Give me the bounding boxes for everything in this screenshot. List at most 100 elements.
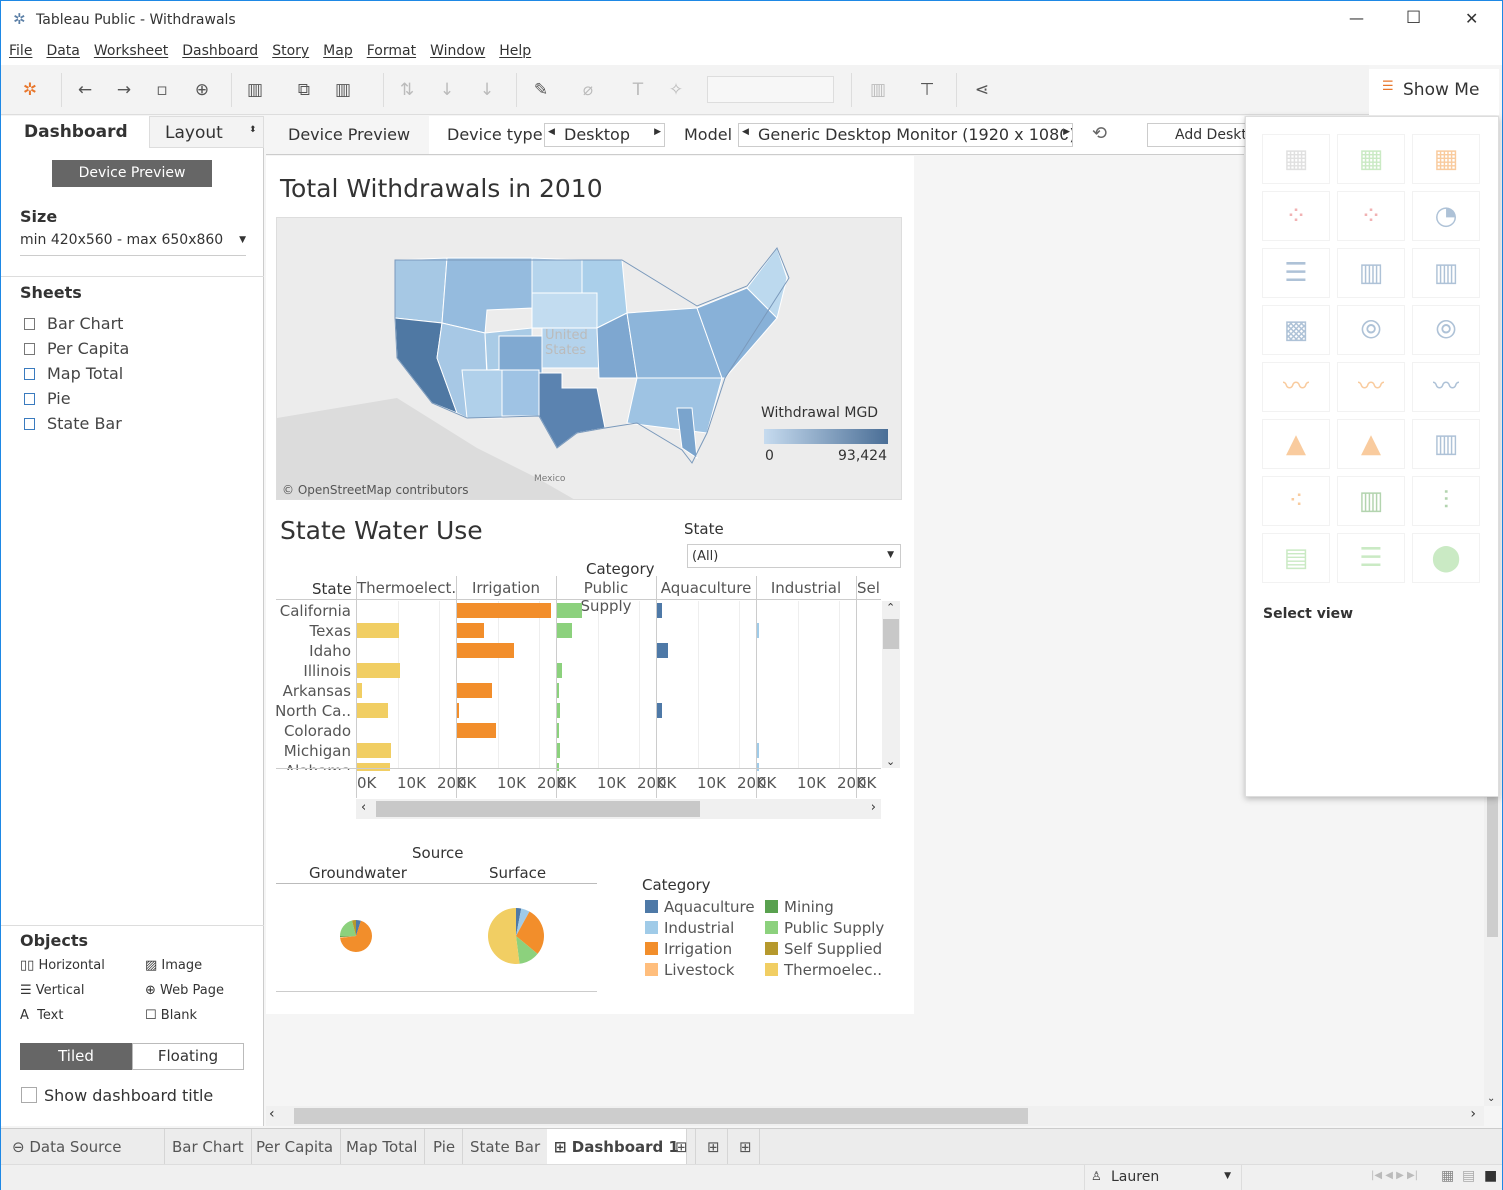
show-me-gantt-icon[interactable]: ▤: [1262, 533, 1330, 583]
sheet-state-bar[interactable]: State Bar: [24, 414, 129, 439]
show-me-dual-combination-icon[interactable]: ▥: [1412, 419, 1480, 469]
new-worksheet-icon[interactable]: ▥: [244, 79, 266, 101]
scroll-up-icon[interactable]: ⌃: [886, 601, 895, 614]
bar-illinois-0[interactable]: [357, 663, 400, 678]
map-view[interactable]: United States Mexico © OpenStreetMap con…: [276, 217, 902, 500]
sheet-map-total[interactable]: Map Total: [24, 364, 129, 389]
show-me-horizontal-bars-icon[interactable]: ☰: [1262, 248, 1330, 298]
show-me-treemap-icon[interactable]: ▩: [1262, 305, 1330, 355]
state-label[interactable]: Arkansas: [266, 682, 351, 702]
show-cards-icon[interactable]: ▥: [867, 79, 889, 101]
bar-texas-4[interactable]: [757, 623, 759, 638]
bar-idaho-1[interactable]: [457, 643, 514, 658]
object-blank[interactable]: ☐ Blank: [145, 1008, 197, 1023]
show-me-dual-lines-icon[interactable]: 〰: [1412, 362, 1480, 412]
show-me-histogram-icon[interactable]: ▥: [1337, 476, 1405, 526]
scroll-thumb[interactable]: [1487, 797, 1498, 937]
show-me-symbol-map-icon[interactable]: ⁘: [1262, 191, 1330, 241]
new-dashboard-tab-button[interactable]: ⊞: [700, 1129, 728, 1165]
save-icon[interactable]: ▫: [151, 79, 173, 101]
object-horizontal[interactable]: ▯▯ Horizontal: [20, 958, 105, 973]
show-me-pie-icon[interactable]: ◔: [1412, 191, 1480, 241]
new-story-tab-button[interactable]: ⊞: [732, 1129, 760, 1165]
model-selector[interactable]: ◀ Generic Desktop Monitor (1920 x 1080) ▶: [738, 123, 1073, 147]
tab-layout[interactable]: Layout ⬍: [149, 116, 264, 148]
scroll-right-icon[interactable]: ›: [871, 800, 876, 815]
show-title-checkbox[interactable]: [21, 1087, 37, 1103]
clear-sheet-icon[interactable]: ▥: [332, 79, 354, 101]
undo-icon[interactable]: ←: [74, 79, 96, 101]
tab-data-source[interactable]: ⊖ Data Source: [5, 1129, 165, 1165]
next-icon[interactable]: ▶: [654, 127, 661, 137]
bar-michigan-2[interactable]: [557, 743, 561, 758]
device-preview-button[interactable]: Device Preview: [52, 160, 212, 187]
menu-worksheet[interactable]: Worksheet: [94, 39, 168, 59]
show-me-highlight-table-icon[interactable]: ▦: [1412, 134, 1480, 184]
show-me-text-table-icon[interactable]: ▦: [1262, 134, 1330, 184]
menu-map[interactable]: Map: [323, 39, 353, 59]
bar-alabama-0[interactable]: [357, 763, 390, 771]
prev-icon[interactable]: ◀: [548, 127, 555, 137]
legend-item[interactable]: Industrial: [645, 919, 734, 937]
show-me-packed-bubbles-icon[interactable]: ⬤: [1412, 533, 1480, 583]
bar-northca-3[interactable]: [657, 703, 663, 718]
minimize-button[interactable]: —: [1349, 9, 1364, 27]
bar-california-3[interactable]: [657, 603, 663, 618]
prev-icon[interactable]: ◀: [742, 127, 749, 137]
show-me-lines-continuous-icon[interactable]: 〰: [1262, 362, 1330, 412]
legend-item[interactable]: Self Supplied: [765, 940, 882, 958]
bar-alabama-4[interactable]: [757, 763, 759, 771]
scroll-thumb[interactable]: [883, 619, 899, 649]
tab-dashboard-1[interactable]: ⊞ Dashboard 1: [547, 1129, 687, 1165]
bar-california-1[interactable]: [457, 603, 551, 618]
tab-pie[interactable]: Pie: [426, 1129, 464, 1165]
bar-colorado-1[interactable]: [457, 723, 496, 738]
show-me-scatter-plot-icon[interactable]: ⁖: [1262, 476, 1330, 526]
device-type-selector[interactable]: ◀ Desktop ▶: [544, 123, 665, 147]
tableau-home-icon[interactable]: ✲: [19, 79, 41, 101]
bar-arkansas-1[interactable]: [457, 683, 492, 698]
new-data-source-icon[interactable]: ⊕: [191, 79, 213, 101]
state-label[interactable]: Texas: [266, 622, 351, 642]
bar-texas-1[interactable]: [457, 623, 484, 638]
state-label[interactable]: Idaho: [266, 642, 351, 662]
bar-idaho-3[interactable]: [657, 643, 669, 658]
menu-data[interactable]: Data: [46, 39, 79, 59]
state-label[interactable]: North Ca..: [266, 702, 351, 722]
scroll-left-icon[interactable]: ‹: [269, 1106, 275, 1122]
show-me-bullet-graph-icon[interactable]: ☰: [1337, 533, 1405, 583]
legend-item[interactable]: Livestock: [645, 961, 734, 979]
tab-per-capita[interactable]: Per Capita: [249, 1129, 342, 1165]
close-button[interactable]: ✕: [1465, 9, 1478, 28]
sort-descending-icon[interactable]: ↓: [476, 79, 498, 101]
bar-texas-0[interactable]: [357, 623, 399, 638]
bar-northca-0[interactable]: [357, 703, 388, 718]
show-me-area-discrete-icon[interactable]: ▲: [1337, 419, 1405, 469]
pin-icon[interactable]: ✧: [665, 79, 687, 101]
legend-item[interactable]: Thermoelec..: [765, 961, 882, 979]
device-preview-tab[interactable]: Device Preview: [266, 116, 429, 154]
presentation-icon[interactable]: ⊤: [916, 79, 938, 101]
new-worksheet-tab-button[interactable]: ⊞: [668, 1129, 696, 1165]
state-label[interactable]: California: [266, 602, 351, 622]
state-label[interactable]: Michigan: [266, 742, 351, 762]
show-me-stacked-bars-icon[interactable]: ▥: [1337, 248, 1405, 298]
fit-dropdown[interactable]: [707, 76, 834, 103]
scroll-down-icon[interactable]: ⌄: [1487, 1093, 1495, 1104]
filmstrip-view-icon[interactable]: ▤: [1462, 1168, 1475, 1184]
legend-item[interactable]: Mining: [765, 898, 834, 916]
bar-arkansas-2[interactable]: [557, 683, 559, 698]
tabs-view-icon[interactable]: ■: [1484, 1168, 1497, 1184]
state-label[interactable]: Illinois: [266, 662, 351, 682]
show-me-lines-discrete-icon[interactable]: 〰: [1337, 362, 1405, 412]
show-me-box-whisker-icon[interactable]: ⫶: [1412, 476, 1480, 526]
rotate-icon[interactable]: ⟲: [1092, 123, 1107, 144]
bar-michigan-0[interactable]: [357, 743, 391, 758]
sheet-pie[interactable]: Pie: [24, 389, 129, 414]
maximize-button[interactable]: ☐: [1406, 8, 1421, 28]
vertical-scrollbar[interactable]: ⌃ ⌄: [882, 601, 900, 768]
state-bar-chart[interactable]: Thermoelect.. 0K 10K 20K Irrigation 0K 10K 20K P…: [266, 576, 914, 821]
state-filter-dropdown[interactable]: (All) ▼: [687, 544, 901, 568]
menu-story[interactable]: Story: [272, 39, 309, 59]
tiled-button[interactable]: Tiled: [20, 1043, 132, 1070]
